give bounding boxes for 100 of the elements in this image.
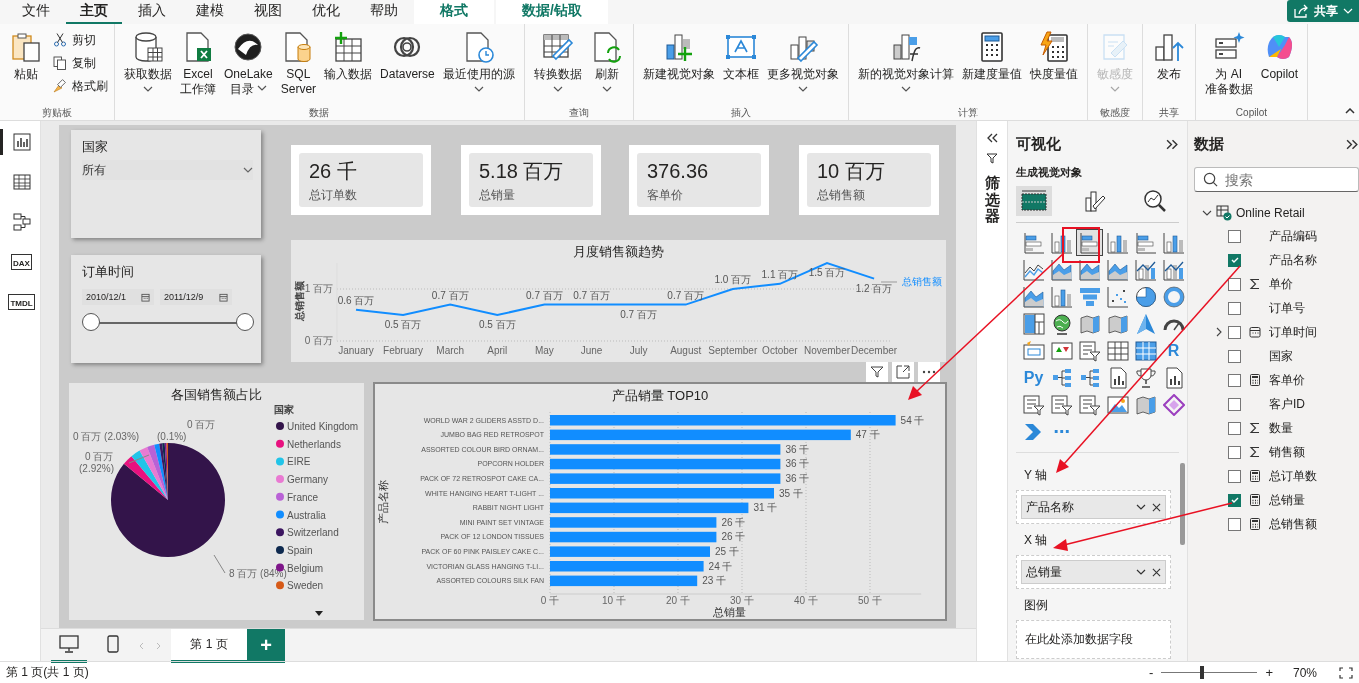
- date-field[interactable]: 2010/12/1: [82, 289, 154, 305]
- data-label: 24 千: [708, 560, 733, 572]
- zoom-in-button[interactable]: +: [1265, 665, 1273, 680]
- axis-title: 总销量: [712, 606, 746, 618]
- data-label: (2.92%): [79, 463, 114, 474]
- group-label: 敏感度: [1098, 106, 1131, 120]
- data-label: 0.7 百万: [667, 289, 705, 301]
- ribbon-button[interactable]: 刷新: [586, 28, 627, 106]
- chart-title: 月度销售额趋势: [572, 244, 664, 259]
- data-label: 36 千: [785, 443, 810, 455]
- add-page-button[interactable]: +: [247, 628, 285, 663]
- field-name[interactable]: 总销售额: [1269, 515, 1317, 533]
- chart-title: 各国销售额占比: [170, 387, 262, 402]
- ribbon-button[interactable]: Excel 工作簿: [177, 28, 219, 106]
- group-label: 查询: [567, 106, 590, 120]
- axis-tick-label: 0 千: [540, 595, 560, 606]
- ribbon-button[interactable]: 文本框: [719, 28, 762, 106]
- ribbon-button[interactable]: 新建度量值: [958, 28, 1025, 106]
- group-label: 剪贴板: [41, 106, 73, 120]
- view-button[interactable]: TMDL: [0, 289, 40, 315]
- legend-label: France: [287, 491, 319, 503]
- field-name[interactable]: 订单时间: [1269, 323, 1317, 341]
- ribbon-button[interactable]: 快度量值: [1026, 28, 1081, 106]
- dropdown-field[interactable]: 所有: [82, 160, 253, 180]
- ribbon-button[interactable]: 更多视觉对象: [763, 28, 842, 106]
- ribbon-button[interactable]: Copilot: [1257, 28, 1302, 106]
- menu-tab[interactable]: 插入: [124, 0, 180, 24]
- legend-label: Netherlands: [287, 438, 341, 450]
- search-field[interactable]: 搜索: [1194, 167, 1359, 192]
- menu-tab[interactable]: 视图: [240, 0, 296, 24]
- data-label: 36 千: [785, 458, 810, 470]
- ribbon-button[interactable]: 最近使用的源: [439, 28, 518, 106]
- document-icon: DAX: [11, 254, 32, 270]
- axis-tick-label: February: [383, 345, 424, 356]
- field-name[interactable]: 客单价: [1269, 371, 1305, 389]
- data-label: 0.5 百万: [384, 319, 422, 330]
- data-label: (0.1%): [157, 431, 187, 442]
- group-label: 数据: [308, 106, 331, 120]
- ribbon-button[interactable]: SQL Server: [277, 28, 320, 106]
- legend-label: EIRE: [287, 456, 311, 468]
- menu-tab[interactable]: 数据/钻取: [496, 0, 608, 24]
- ribbon-button[interactable]: 获取数据: [121, 28, 175, 106]
- zoom-reading: 70%: [1292, 665, 1317, 680]
- axis-tick-label: April: [487, 345, 508, 356]
- ribbon-button[interactable]: 发布: [1148, 28, 1189, 106]
- ribbon-button[interactable]: 为 AI 准备数据: [1201, 28, 1256, 106]
- share-button[interactable]: 共享: [1287, 0, 1359, 22]
- field-name[interactable]: 订单号: [1269, 299, 1305, 317]
- chart-title: 产品销量 TOP10: [611, 388, 709, 403]
- card-label: 总销售额: [817, 187, 866, 204]
- ribbon-button[interactable]: 格式刷: [52, 76, 108, 96]
- menu-tab[interactable]: 文件: [8, 0, 64, 24]
- data-label: 0.7 百万: [573, 289, 610, 301]
- field-name[interactable]: 国家: [1269, 347, 1293, 365]
- zoom-out-button[interactable]: -: [1149, 665, 1154, 680]
- card-value: 26 千: [309, 159, 358, 183]
- axis-tick-label: July: [629, 345, 648, 356]
- slicer-title: 国家: [81, 138, 109, 156]
- menu-tab[interactable]: 帮助: [356, 0, 412, 24]
- ribbon-button[interactable]: Dataverse: [377, 28, 438, 106]
- ribbon-button[interactable]: 转换数据: [530, 28, 585, 106]
- menu-tab[interactable]: 格式: [414, 0, 494, 24]
- date-field[interactable]: 2011/12/9: [160, 289, 232, 305]
- field-well[interactable]: 在此处添加数据字段: [1016, 620, 1171, 659]
- field-name[interactable]: 总销量: [1269, 491, 1305, 509]
- group-label: 插入: [729, 106, 752, 120]
- ribbon-button[interactable]: 粘贴: [6, 28, 46, 106]
- pane-title[interactable]: 筛选器: [984, 175, 1000, 225]
- view-button[interactable]: DAX: [0, 249, 40, 275]
- field-well-label: Y 轴: [1024, 467, 1049, 484]
- axis-tick-label: December: [851, 345, 898, 356]
- axis-tick-label: 30 千: [730, 595, 754, 606]
- ribbon-button[interactable]: 复制: [52, 53, 108, 73]
- ribbon-button[interactable]: OneLake 目录: [221, 28, 276, 106]
- field-name[interactable]: 总订单数: [1269, 467, 1317, 485]
- card-label: 总订单数: [309, 187, 358, 204]
- legend-label: Belgium: [287, 562, 324, 574]
- field-name[interactable]: 数量: [1269, 419, 1293, 437]
- field-well-label: X 轴: [1024, 532, 1049, 549]
- field-name[interactable]: 客户ID: [1269, 395, 1305, 413]
- pane-title: 数据: [1194, 134, 1224, 154]
- table-name[interactable]: Online Retail: [1236, 206, 1305, 220]
- data-label: 35 千: [779, 487, 803, 499]
- menu-tab[interactable]: 建模: [182, 0, 238, 24]
- field-well-label: 图例: [1024, 597, 1049, 614]
- axis-tick-label: 20 千: [666, 595, 690, 606]
- ribbon-button[interactable]: 新建视觉对象: [639, 28, 718, 106]
- ribbon-button[interactable]: 输入数据: [321, 28, 376, 106]
- ribbon-button[interactable]: 剪切: [52, 30, 108, 50]
- axis-tick-label: 0 百万: [304, 335, 333, 346]
- field-name[interactable]: 产品名称: [1269, 251, 1317, 269]
- field-name[interactable]: 单价: [1269, 275, 1293, 293]
- ribbon-button[interactable]: 新的视觉对象计算: [854, 28, 957, 106]
- menu-tab[interactable]: 优化: [298, 0, 354, 24]
- field-name[interactable]: 销售额: [1269, 443, 1305, 461]
- data-label: 26 千: [721, 531, 746, 543]
- data-label: 0.5 百万: [478, 319, 516, 330]
- section-title: 生成视觉对象: [1016, 165, 1083, 180]
- field-name[interactable]: 产品编码: [1269, 227, 1317, 245]
- page-tab[interactable]: 第 1 页: [171, 628, 247, 663]
